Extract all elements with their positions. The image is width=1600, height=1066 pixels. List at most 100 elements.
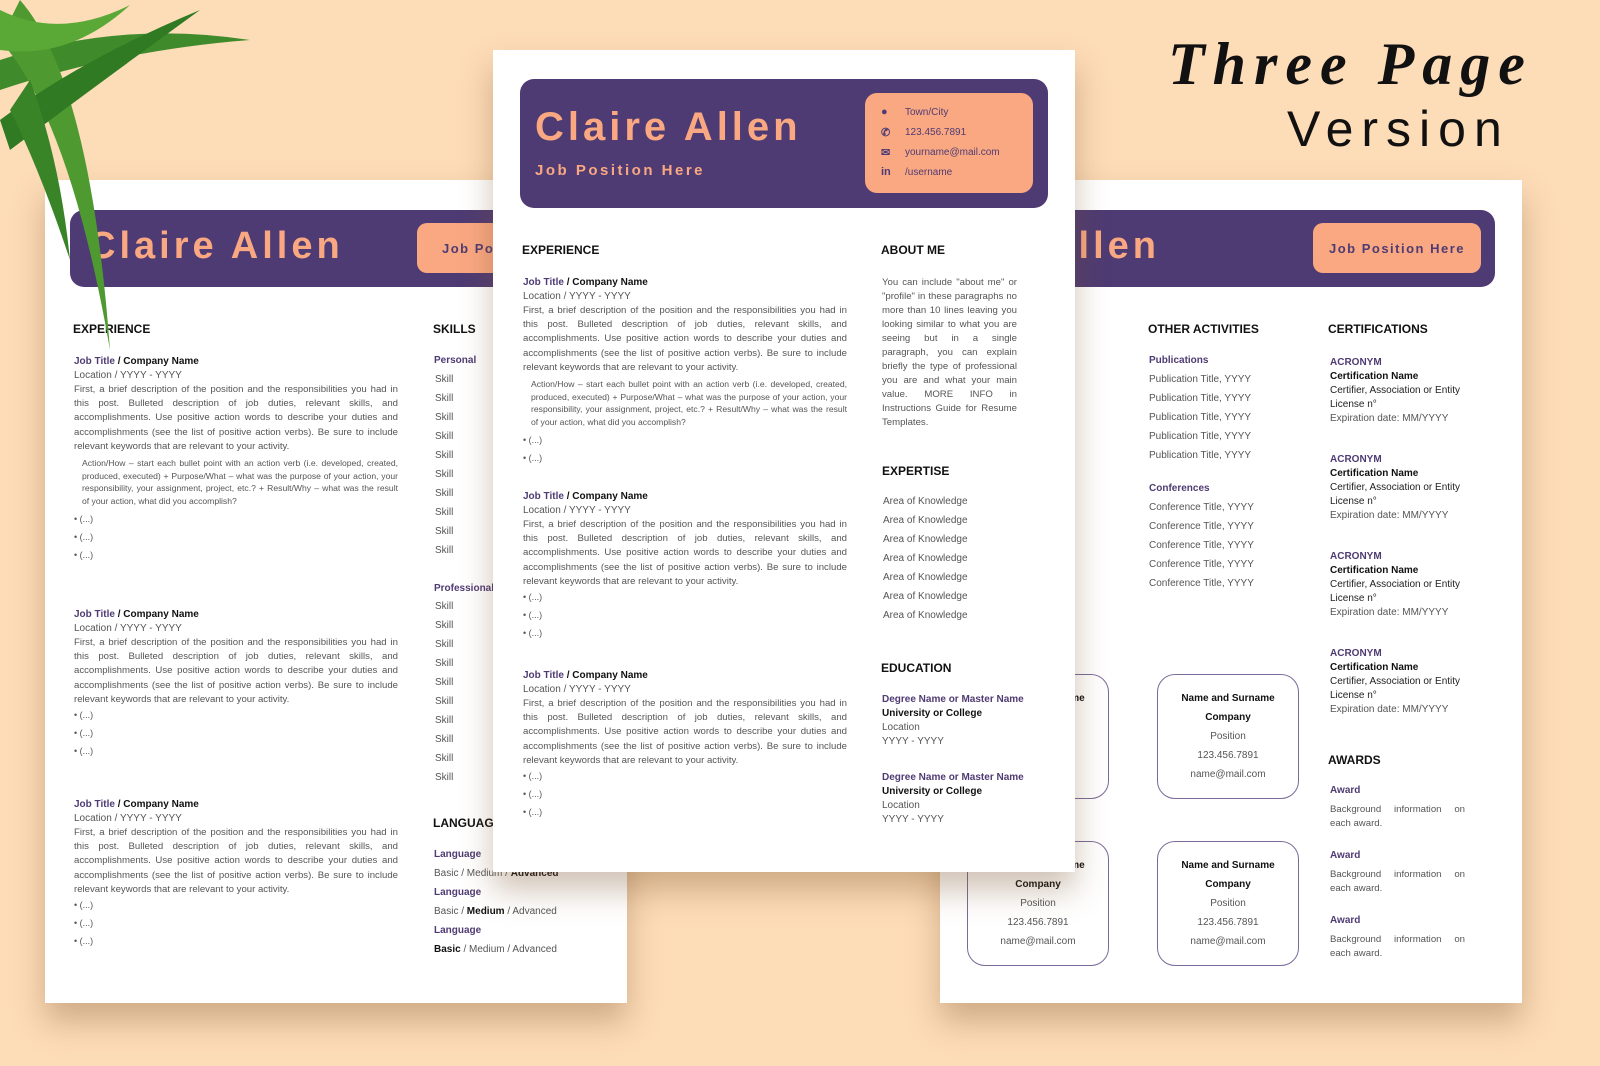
- expertise-item: Area of Knowledge: [883, 610, 968, 621]
- award-text: Background information on each award.: [1330, 869, 1465, 895]
- ref-company: Company: [1205, 712, 1251, 723]
- job-location-dates: Location / YYYY - YYYY: [523, 505, 631, 516]
- cert-name: Certification Name: [1330, 371, 1419, 382]
- skill-item: Skill: [435, 753, 454, 764]
- ellipsis: (...): [79, 710, 94, 720]
- degree-name: Degree Name or Master Name: [882, 694, 1024, 705]
- award-title: Award: [1330, 785, 1361, 796]
- section-certifications: CERTIFICATIONS: [1328, 322, 1428, 336]
- job-heading: Job Title / Company Name: [523, 491, 648, 502]
- job-description: First, a brief description of the positi…: [74, 637, 398, 705]
- ellipsis: (...): [79, 728, 94, 738]
- job-bullet-placeholder: • (...): [523, 789, 543, 799]
- ellipsis: (...): [528, 592, 543, 602]
- contact-1[interactable]: 123.456.7891: [905, 127, 966, 138]
- language-name: Language: [434, 849, 482, 860]
- section-expertise: EXPERTISE: [882, 464, 950, 478]
- company-name: / Company Name: [563, 491, 648, 502]
- job-bullet-placeholder: • (...): [74, 918, 94, 928]
- job-location-dates: Location / YYYY - YYYY: [523, 291, 631, 302]
- conference-item: Conference Title, YYYY: [1149, 578, 1254, 589]
- job-location-dates: Location / YYYY - YYYY: [74, 623, 182, 634]
- skill-item: Skill: [435, 545, 454, 556]
- skill-item: Skill: [435, 526, 454, 537]
- language-level: Basic / Medium / Advanced: [434, 944, 557, 955]
- job-bullet-placeholder: • (...): [74, 550, 94, 560]
- ellipsis: (...): [79, 532, 94, 542]
- job-bullet-placeholder: • (...): [74, 710, 94, 720]
- job-bullet: Action/How – start each bullet point wit…: [82, 458, 398, 506]
- company-name: / Company Name: [114, 609, 199, 620]
- level-1: Medium: [469, 944, 505, 955]
- job-bullet-placeholder: • (...): [74, 514, 94, 524]
- section-awards: AWARDS: [1328, 753, 1381, 767]
- resume-page-2: Claire Allen Job Position Here ● Town/City ✆…: [493, 50, 1075, 872]
- envelope-icon: ✉: [881, 147, 891, 159]
- contact-3[interactable]: /username: [905, 167, 952, 178]
- level-0: Basic: [434, 906, 459, 917]
- skill-item: Skill: [435, 488, 454, 499]
- degree-name: Degree Name or Master Name: [882, 772, 1024, 783]
- skill-item: Skill: [435, 431, 454, 442]
- job-bullet-placeholder: • (...): [523, 628, 543, 638]
- ellipsis: (...): [528, 628, 543, 638]
- ref-position: Position: [1210, 898, 1246, 909]
- award-title: Award: [1330, 850, 1361, 861]
- conference-item: Conference Title, YYYY: [1149, 559, 1254, 570]
- contact-0: Town/City: [905, 107, 949, 118]
- expertise-item: Area of Knowledge: [883, 515, 968, 526]
- skill-item: Skill: [435, 696, 454, 707]
- job-description: First, a brief description of the positi…: [74, 384, 398, 452]
- conference-item: Conference Title, YYYY: [1149, 502, 1254, 513]
- skill-item: Skill: [435, 715, 454, 726]
- job-description: First, a brief description of the positi…: [523, 305, 847, 373]
- job-bullet-placeholder: • (...): [523, 610, 543, 620]
- skill-item: Skill: [435, 772, 454, 783]
- skill-item: Skill: [435, 639, 454, 650]
- level-0: Basic: [434, 944, 461, 955]
- school-name: University or College: [882, 708, 983, 719]
- ellipsis: (...): [528, 610, 543, 620]
- job-bullet-placeholder: • (...): [523, 592, 543, 602]
- job-heading: Job Title / Company Name: [74, 609, 199, 620]
- job-title: Job Title: [523, 491, 564, 502]
- company-name: / Company Name: [563, 277, 648, 288]
- ellipsis: (...): [528, 771, 543, 781]
- ellipsis: (...): [528, 789, 543, 799]
- contact-2[interactable]: yourname@mail.com: [905, 147, 1000, 158]
- language-name: Language: [434, 887, 482, 898]
- cert-license: License n°: [1330, 496, 1377, 507]
- plant-leaves-decoration: [0, 0, 250, 350]
- publication-item: Publication Title, YYYY: [1149, 450, 1252, 461]
- skill-item: Skill: [435, 658, 454, 669]
- cert-expiration: Expiration date: MM/YYYY: [1330, 607, 1449, 618]
- skills-personal-label: Personal: [434, 355, 477, 366]
- job-bullet-placeholder: • (...): [74, 728, 94, 738]
- cert-acronym: ACRONYM: [1330, 648, 1382, 659]
- skill-item: Skill: [435, 507, 454, 518]
- cert-license: License n°: [1330, 690, 1377, 701]
- cert-certifier: Certifier, Association or Entity: [1330, 482, 1461, 493]
- job-bullet-placeholder: • (...): [523, 771, 543, 781]
- job-title: Job Title: [74, 609, 115, 620]
- ref-phone: 123.456.7891: [1007, 917, 1069, 928]
- job-heading: Job Title / Company Name: [523, 277, 648, 288]
- reference-card: Name and Surname Company Position 123.45…: [1157, 674, 1299, 799]
- expertise-item: Area of Knowledge: [883, 534, 968, 545]
- cert-acronym: ACRONYM: [1330, 454, 1382, 465]
- education-years: YYYY - YYYY: [882, 814, 944, 825]
- cert-certifier: Certifier, Association or Entity: [1330, 676, 1461, 687]
- location-pin-icon: ●: [881, 106, 888, 118]
- level-0: Basic: [434, 868, 459, 879]
- expertise-item: Area of Knowledge: [883, 496, 968, 507]
- publication-item: Publication Title, YYYY: [1149, 412, 1252, 423]
- ref-phone: 123.456.7891: [1197, 750, 1259, 761]
- section-about: ABOUT ME: [881, 243, 945, 257]
- resume-name: Claire Allen: [535, 105, 802, 149]
- cert-license: License n°: [1330, 399, 1377, 410]
- job-position-pill: Job Position Here: [1313, 223, 1481, 273]
- ref-position: Position: [1210, 731, 1246, 742]
- expertise-item: Area of Knowledge: [883, 591, 968, 602]
- ellipsis: (...): [528, 453, 543, 463]
- job-description: First, a brief description of the positi…: [523, 698, 847, 766]
